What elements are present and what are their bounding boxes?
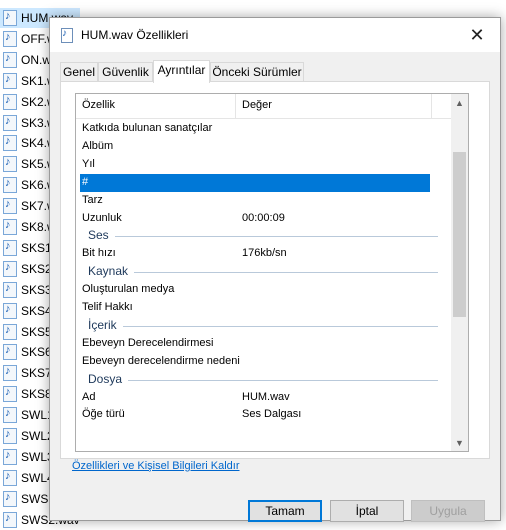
group-divider bbox=[128, 379, 438, 381]
tab-guvenlik[interactable]: Güvenlik bbox=[98, 62, 153, 81]
apply-button[interactable]: Uygula bbox=[411, 500, 485, 522]
property-row[interactable]: Ebeveyn Derecelendirmesi bbox=[76, 335, 452, 353]
column-header-property[interactable]: Özellik bbox=[82, 99, 115, 111]
audio-file-icon bbox=[3, 344, 17, 361]
property-row[interactable]: Yıl bbox=[76, 156, 452, 174]
property-name: Öğe türü bbox=[82, 408, 125, 421]
group-divider bbox=[123, 325, 438, 327]
property-name: Oluşturulan medya bbox=[82, 283, 175, 296]
property-list[interactable]: Özellik Değer Katkıda bulunan sanatçılar… bbox=[75, 93, 469, 452]
tab-onceki-surumler[interactable]: Önceki Sürümler bbox=[210, 62, 304, 81]
audio-file-icon bbox=[3, 156, 17, 173]
property-name: Katkıda bulunan sanatçılar bbox=[82, 122, 213, 134]
audio-file-icon bbox=[3, 281, 17, 298]
audio-file-icon bbox=[3, 51, 17, 68]
close-button[interactable]: ✕ bbox=[454, 18, 500, 52]
audio-file-icon bbox=[3, 407, 17, 424]
audio-file-icon bbox=[3, 219, 17, 235]
scroll-up-button[interactable]: ▲ bbox=[451, 94, 468, 111]
audio-file-icon bbox=[3, 365, 17, 382]
property-group-header: Dosya bbox=[76, 371, 452, 389]
audio-file-icon bbox=[3, 239, 17, 256]
property-row[interactable]: Albüm bbox=[76, 138, 452, 156]
property-row[interactable]: Bit hızı 176kb/sn bbox=[76, 245, 452, 263]
details-tab-panel: Özellik Değer Katkıda bulunan sanatçılar… bbox=[60, 81, 490, 459]
audio-file-icon bbox=[3, 302, 17, 319]
property-name: # bbox=[82, 175, 89, 188]
vertical-scrollbar[interactable]: ▲ ▼ bbox=[451, 94, 468, 451]
property-name: Ad bbox=[82, 390, 96, 403]
remove-properties-link[interactable]: Özellikleri ve Kişisel Bilgileri Kaldır bbox=[72, 460, 240, 472]
audio-file-icon bbox=[3, 511, 17, 528]
dialog-title: HUM.wav Özellikleri bbox=[81, 28, 189, 42]
property-name: Ebeveyn derecelendirme nedeni bbox=[82, 354, 240, 367]
audio-file-icon bbox=[3, 448, 17, 465]
property-group-header: Kaynak bbox=[76, 263, 452, 281]
audio-file-icon bbox=[3, 198, 17, 215]
property-name: Ebeveyn Derecelendirmesi bbox=[82, 336, 214, 349]
audio-file-icon bbox=[3, 10, 17, 26]
tab-ayrintilar[interactable]: Ayrıntılar bbox=[153, 60, 210, 83]
property-name: Bit hızı bbox=[82, 247, 116, 260]
column-divider[interactable] bbox=[431, 94, 432, 118]
property-list-header: Özellik Değer bbox=[76, 94, 452, 119]
property-row[interactable]: Ebeveyn derecelendirme nedeni bbox=[76, 353, 452, 371]
audio-file-icon bbox=[61, 28, 73, 43]
audio-file-icon bbox=[3, 72, 17, 89]
property-row[interactable]: Öğe türü Ses Dalgası bbox=[76, 406, 452, 424]
chevron-up-icon: ▲ bbox=[455, 97, 464, 108]
property-row[interactable]: Ad HUM.wav bbox=[76, 389, 452, 407]
property-row[interactable]: # bbox=[80, 173, 430, 192]
property-row[interactable]: Oluşturulan medya bbox=[76, 281, 452, 299]
property-value: Ses Dalgası bbox=[242, 408, 302, 421]
tab-genel[interactable]: Genel bbox=[60, 62, 98, 81]
scroll-thumb[interactable] bbox=[453, 152, 466, 317]
column-header-value[interactable]: Değer bbox=[242, 99, 272, 111]
group-divider bbox=[115, 236, 438, 238]
property-group-header: İçerik bbox=[76, 317, 452, 335]
audio-file-icon bbox=[3, 386, 17, 403]
ok-button[interactable]: Tamam bbox=[248, 500, 322, 522]
audio-file-icon bbox=[3, 177, 17, 194]
group-label: Ses bbox=[88, 228, 109, 243]
group-label: Dosya bbox=[88, 371, 123, 386]
property-value: 176kb/sn bbox=[242, 247, 287, 260]
cancel-button[interactable]: İptal bbox=[330, 500, 404, 522]
dialog-titlebar[interactable]: HUM.wav Özellikleri ✕ bbox=[50, 18, 500, 52]
property-row[interactable]: Uzunluk 00:00:09 bbox=[76, 210, 452, 228]
audio-file-icon bbox=[3, 260, 17, 277]
group-divider bbox=[134, 272, 438, 274]
audio-file-icon bbox=[3, 114, 17, 131]
property-name: Albüm bbox=[82, 139, 114, 152]
property-value: 00:00:09 bbox=[242, 211, 285, 224]
scroll-down-button[interactable]: ▼ bbox=[451, 434, 468, 451]
audio-file-icon bbox=[3, 135, 17, 152]
property-name: Uzunluk bbox=[82, 211, 122, 224]
property-group-header: Ses bbox=[76, 227, 452, 245]
audio-file-icon bbox=[3, 323, 17, 340]
group-label: İçerik bbox=[88, 317, 117, 332]
property-row[interactable]: Telif Hakkı bbox=[76, 299, 452, 317]
property-name: Telif Hakkı bbox=[82, 301, 133, 313]
property-value: HUM.wav bbox=[242, 390, 290, 403]
property-row[interactable]: Tarz bbox=[76, 192, 452, 210]
audio-file-icon bbox=[3, 490, 17, 507]
property-row[interactable]: Katkıda bulunan sanatçılar bbox=[76, 120, 452, 138]
audio-file-icon bbox=[3, 469, 17, 486]
close-icon: ✕ bbox=[469, 24, 485, 45]
chevron-down-icon: ▼ bbox=[455, 437, 464, 448]
audio-file-icon bbox=[3, 93, 17, 110]
audio-file-icon bbox=[3, 428, 17, 444]
group-label: Kaynak bbox=[88, 264, 129, 279]
audio-file-icon bbox=[3, 30, 17, 47]
property-name: Tarz bbox=[82, 193, 103, 206]
properties-dialog: HUM.wav Özellikleri ✕ Genel Güvenlik Ayr… bbox=[49, 17, 501, 522]
column-divider[interactable] bbox=[235, 94, 236, 118]
property-name: Yıl bbox=[82, 157, 95, 170]
